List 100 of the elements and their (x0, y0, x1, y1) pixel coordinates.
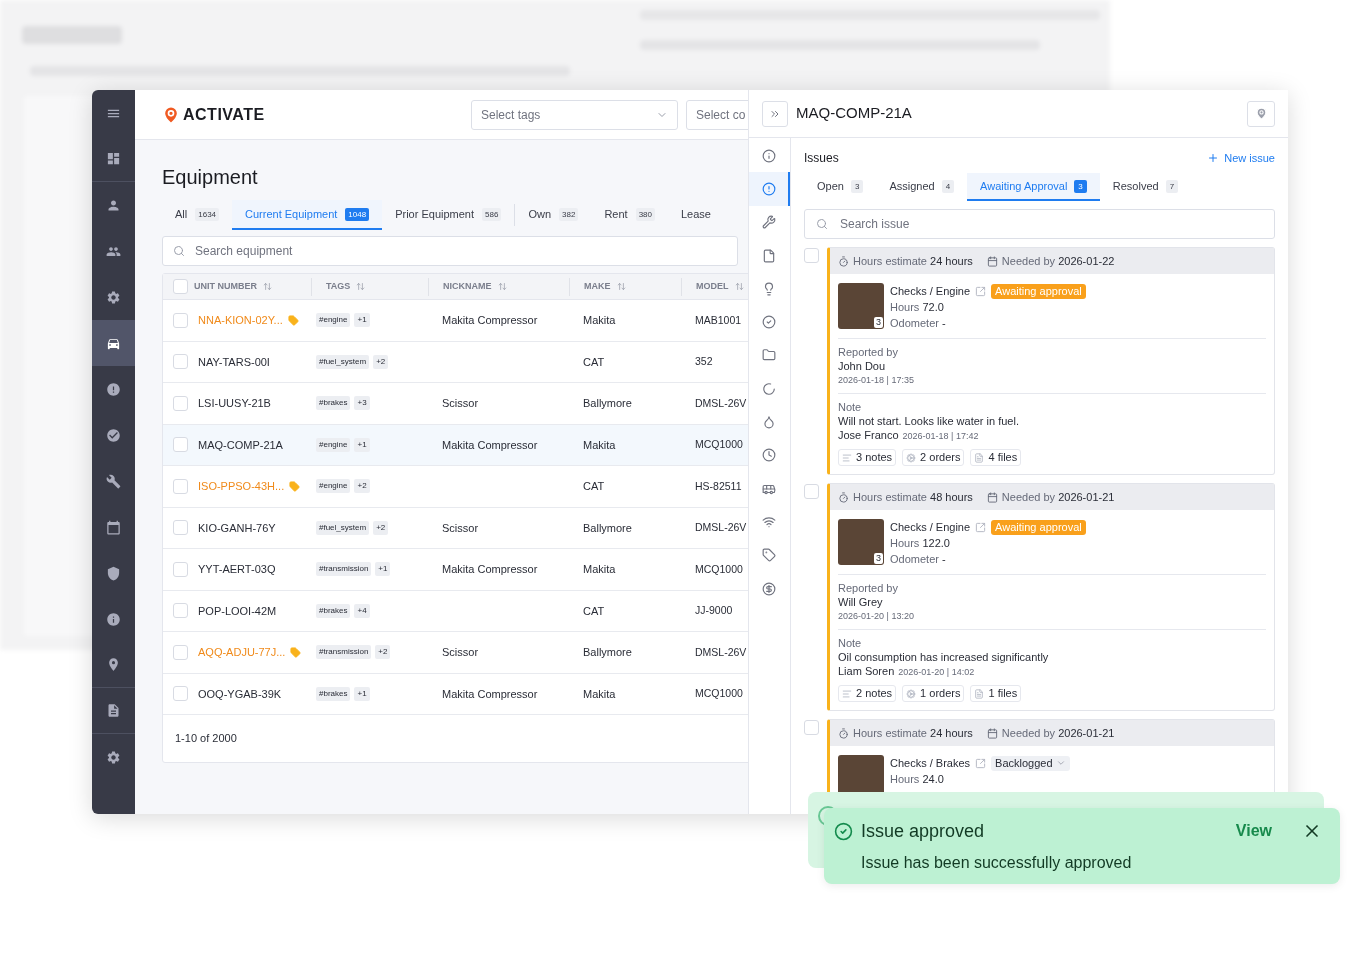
model: MCQ1000 (695, 687, 743, 700)
checkbox[interactable] (804, 484, 819, 499)
checkbox[interactable] (173, 478, 188, 494)
tab[interactable]: Lease (668, 200, 724, 230)
more-tags-chip[interactable]: +2 (373, 354, 389, 369)
calendar-icon (986, 727, 998, 739)
external-link-icon[interactable] (975, 757, 987, 769)
photo-count: 3 (874, 317, 883, 328)
column-header[interactable]: MODEL (696, 279, 729, 294)
checkbox[interactable] (173, 395, 188, 411)
location-button[interactable] (1247, 100, 1275, 127)
more-tags-chip[interactable]: +1 (354, 686, 370, 701)
note-author: Liam Soren (838, 664, 895, 678)
model: DMSL-26V (695, 396, 747, 409)
sort-icon[interactable] (263, 282, 272, 291)
tab[interactable]: Open 3 (804, 173, 877, 201)
unit-number[interactable]: YYT-AERT-03Q (198, 561, 276, 578)
tab[interactable]: Current Equipment 1048 (232, 200, 383, 230)
nav-item[interactable] (92, 320, 135, 366)
checkbox[interactable] (173, 312, 188, 328)
tab[interactable]: Rent 380 (591, 200, 668, 230)
droplet-icon (761, 415, 776, 429)
tab[interactable]: All 1634 (162, 200, 233, 230)
unit-number[interactable]: NAY-TARS-00I (198, 353, 270, 370)
checkbox[interactable] (173, 644, 188, 660)
nickname: Scissor (442, 646, 479, 658)
external-link-icon[interactable] (975, 521, 987, 533)
unit-number[interactable]: MAQ-COMP-21A (198, 436, 283, 453)
rail-item[interactable] (749, 172, 790, 206)
odometer-reading: Odometer - (890, 552, 947, 567)
more-tags-chip[interactable]: +2 (354, 479, 370, 494)
column-header[interactable]: NICKNAME (443, 279, 492, 294)
checkbox[interactable] (173, 520, 188, 536)
select-field[interactable]: Select tags (471, 99, 678, 130)
status-badge[interactable]: Backlogged (991, 755, 1070, 771)
logo: ACTIVATE (183, 104, 265, 125)
unit-number[interactable]: POP-LOOI-42M (198, 602, 277, 619)
search-field[interactable]: Search issue (804, 209, 1275, 239)
sort-icon[interactable] (497, 282, 507, 291)
checkbox[interactable] (804, 720, 819, 735)
more-tags-chip[interactable]: +4 (354, 603, 370, 618)
more-tags-chip[interactable]: +3 (354, 396, 370, 411)
hours-estimate: Hours estimate 48 hours (853, 489, 973, 505)
checkbox[interactable] (173, 437, 188, 453)
column-header[interactable]: UNIT NUMBER (194, 279, 257, 294)
unit-number[interactable]: LSI-UUSY-21B (198, 395, 271, 412)
tab[interactable]: Awaiting Approval 3 (967, 173, 1100, 201)
info-icon (106, 611, 121, 627)
table-row[interactable]: MAQ-COMP-21A #engine +1 Makita Compressor Makita MCQ1000 (163, 424, 748, 466)
gear-icon (106, 289, 121, 305)
count-badge: 3 (850, 179, 864, 193)
wrench-icon (106, 473, 121, 489)
orders-chip[interactable]: 1 orders (902, 685, 965, 702)
more-tags-chip[interactable]: +2 (373, 520, 389, 535)
unit-number[interactable]: KIO-GANH-76Y (198, 519, 276, 536)
column-header[interactable]: MAKE (584, 279, 611, 294)
tag-chip: #transmission (316, 645, 372, 660)
tab[interactable]: Own 382 (515, 200, 592, 230)
sort-icon[interactable] (356, 282, 366, 291)
sort-icon[interactable] (616, 282, 626, 291)
collapse-button[interactable] (762, 100, 788, 127)
needed-by: Needed by 2026-01-22 (1001, 253, 1115, 269)
more-tags-chip[interactable]: +1 (354, 437, 370, 452)
notes-chip[interactable]: 2 notes (838, 685, 897, 702)
orders-chip[interactable]: 2 orders (902, 449, 965, 466)
files-chip[interactable]: 1 files (970, 685, 1022, 702)
checkbox[interactable] (804, 248, 819, 263)
search-field[interactable]: Search equipment (162, 236, 738, 266)
check-circle-icon (834, 821, 853, 841)
wifi-icon (761, 514, 776, 529)
tab[interactable]: Assigned 4 (876, 173, 968, 201)
external-link-icon[interactable] (975, 285, 987, 297)
new-issue-button[interactable]: New issue (1207, 149, 1275, 167)
more-tags-chip[interactable]: +1 (375, 562, 391, 577)
checkbox[interactable] (173, 603, 188, 619)
checkbox[interactable] (173, 354, 188, 370)
checkbox[interactable] (173, 561, 188, 577)
timer-icon (838, 255, 849, 267)
more-tags-chip[interactable]: +2 (375, 645, 391, 660)
odometer-reading: Odometer - (890, 316, 947, 331)
sort-icon[interactable] (734, 282, 744, 291)
note-label: Note (838, 636, 863, 650)
alert-icon (761, 181, 776, 196)
column-header[interactable]: TAGS (326, 279, 351, 294)
unit-number[interactable]: OOQ-YGAB-39K (198, 685, 282, 702)
files-chip[interactable]: 4 files (970, 449, 1022, 466)
shield-icon (106, 565, 121, 581)
note-text: Oil consumption has increased significantly (838, 650, 1050, 664)
toast-title: Issue approved (861, 819, 985, 843)
tag-chip: #brakes (316, 686, 351, 701)
checkbox[interactable] (173, 279, 188, 294)
count-badge: 382 (559, 207, 579, 221)
file-icon (974, 688, 985, 699)
checkbox[interactable] (173, 686, 188, 702)
tab[interactable]: Resolved 7 (1099, 173, 1192, 201)
tab[interactable]: Prior Equipment 586 (382, 200, 515, 230)
search-icon (816, 218, 828, 230)
notes-chip[interactable]: 3 notes (838, 449, 897, 466)
more-tags-chip[interactable]: +1 (354, 313, 370, 328)
map-pin-icon (106, 657, 121, 672)
